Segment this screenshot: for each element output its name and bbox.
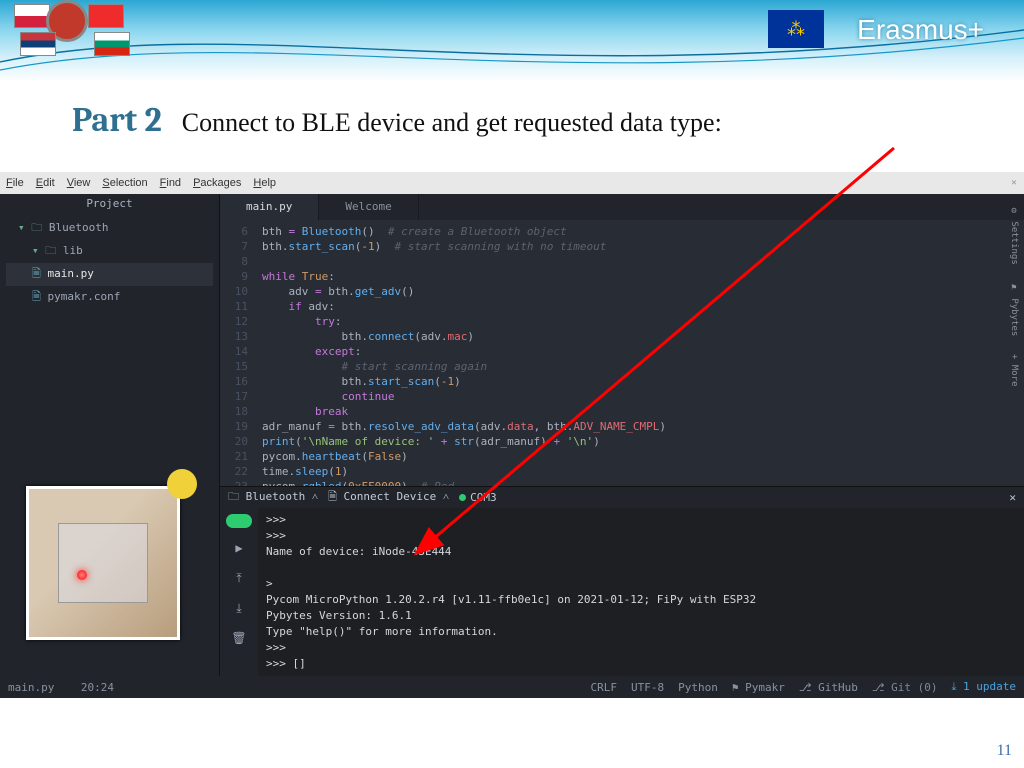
tree-root[interactable]: Bluetooth <box>6 217 213 240</box>
terminal-power-toggle[interactable] <box>226 514 252 528</box>
menu-find[interactable]: Find <box>160 177 181 189</box>
project-sidebar[interactable]: Project Bluetoothlibmain.pypymakr.conf <box>0 194 220 676</box>
flag-norway <box>88 4 124 28</box>
project-tree[interactable]: Bluetoothlibmain.pypymakr.conf <box>0 213 219 313</box>
terminal-trash-button[interactable]: 🗑 <box>228 628 250 648</box>
flag-bulgaria <box>94 32 130 56</box>
code-editor[interactable]: 67891011121314151617181920212223 bth = B… <box>220 220 1024 486</box>
tree-item-main-py[interactable]: main.py <box>6 263 213 286</box>
rail-item[interactable]: ⚑ Pybytes <box>1009 283 1019 336</box>
tab-main-py[interactable]: main.py <box>220 194 319 220</box>
status-item[interactable]: ⚑ Pymakr <box>732 681 785 694</box>
flag-poland <box>14 4 50 28</box>
menu-edit[interactable]: Edit <box>36 177 55 189</box>
terminal-right-rail[interactable]: ✕⚙ Settings⚑ Pybytes+ More <box>1006 194 1022 676</box>
eu-flag: ⁂ <box>768 10 824 48</box>
page-number: 11 <box>997 742 1012 760</box>
status-item[interactable]: UTF-8 <box>631 681 664 694</box>
menu-selection[interactable]: Selection <box>102 177 147 189</box>
status-item[interactable]: ⎇ Git (0) <box>872 681 938 694</box>
menu-file[interactable]: File <box>6 177 24 189</box>
rail-item[interactable]: ⚙ Settings <box>1009 206 1019 265</box>
terminal-run-button[interactable]: ▶ <box>228 538 250 558</box>
editor-tabs[interactable]: main.py Welcome <box>220 194 1024 220</box>
status-item[interactable]: Python <box>678 681 718 694</box>
device-photo <box>26 486 180 640</box>
code-lines[interactable]: bth = Bluetooth() # create a Bluetooth o… <box>256 220 1024 486</box>
status-item[interactable]: ⎇ GitHub <box>799 681 858 694</box>
tab-welcome[interactable]: Welcome <box>319 194 418 220</box>
part-label: Part 2 <box>72 100 162 140</box>
rail-item[interactable]: + More <box>1009 354 1019 387</box>
line-gutter: 67891011121314151617181920212223 <box>220 220 256 486</box>
tree-item-pymakr-conf[interactable]: pymakr.conf <box>6 286 213 309</box>
sidebar-heading: Project <box>0 194 219 213</box>
tree-item-lib[interactable]: lib <box>6 240 213 263</box>
erasmus-label: Erasmus+ <box>857 14 984 46</box>
status-cursor-pos[interactable]: 20:24 <box>81 681 114 694</box>
terminal-download-button[interactable]: ⤓ <box>228 598 250 618</box>
editor-menubar[interactable]: File Edit View Selection Find Packages Help <box>0 172 1024 194</box>
menu-packages[interactable]: Packages <box>193 177 241 189</box>
slide-title-row: Part 2 Connect to BLE device and get req… <box>72 100 722 140</box>
flag-serbia <box>20 32 56 56</box>
terminal-panel[interactable]: 🗀 Bluetooth ˄🗎 Connect Device ˄COM3✕ ▶ ⤒… <box>220 486 1024 676</box>
slide-header: ⁂ Erasmus+ <box>0 0 1024 82</box>
slide-subtitle: Connect to BLE device and get requested … <box>182 108 722 138</box>
terminal-breadcrumb[interactable]: 🗀 Bluetooth ˄🗎 Connect Device ˄COM3✕ <box>220 487 1024 508</box>
status-bar[interactable]: main.py 20:24 CRLF UTF-8 Python ⚑ Pymakr ⎇ G… <box>0 676 1024 698</box>
terminal-buttons: ▶ ⤒ ⤓ 🗑 <box>220 508 258 676</box>
atom-editor: File Edit View Selection Find Packages Help Pr… <box>0 172 1024 698</box>
terminal-output[interactable]: >>> >>> Name of device: iNode-43E444 > P… <box>258 508 1024 676</box>
terminal-upload-button[interactable]: ⤒ <box>228 568 250 588</box>
status-file[interactable]: main.py <box>8 681 54 694</box>
menu-view[interactable]: View <box>67 177 91 189</box>
status-item[interactable]: CRLF <box>590 681 617 694</box>
menu-help[interactable]: Help <box>253 177 276 189</box>
